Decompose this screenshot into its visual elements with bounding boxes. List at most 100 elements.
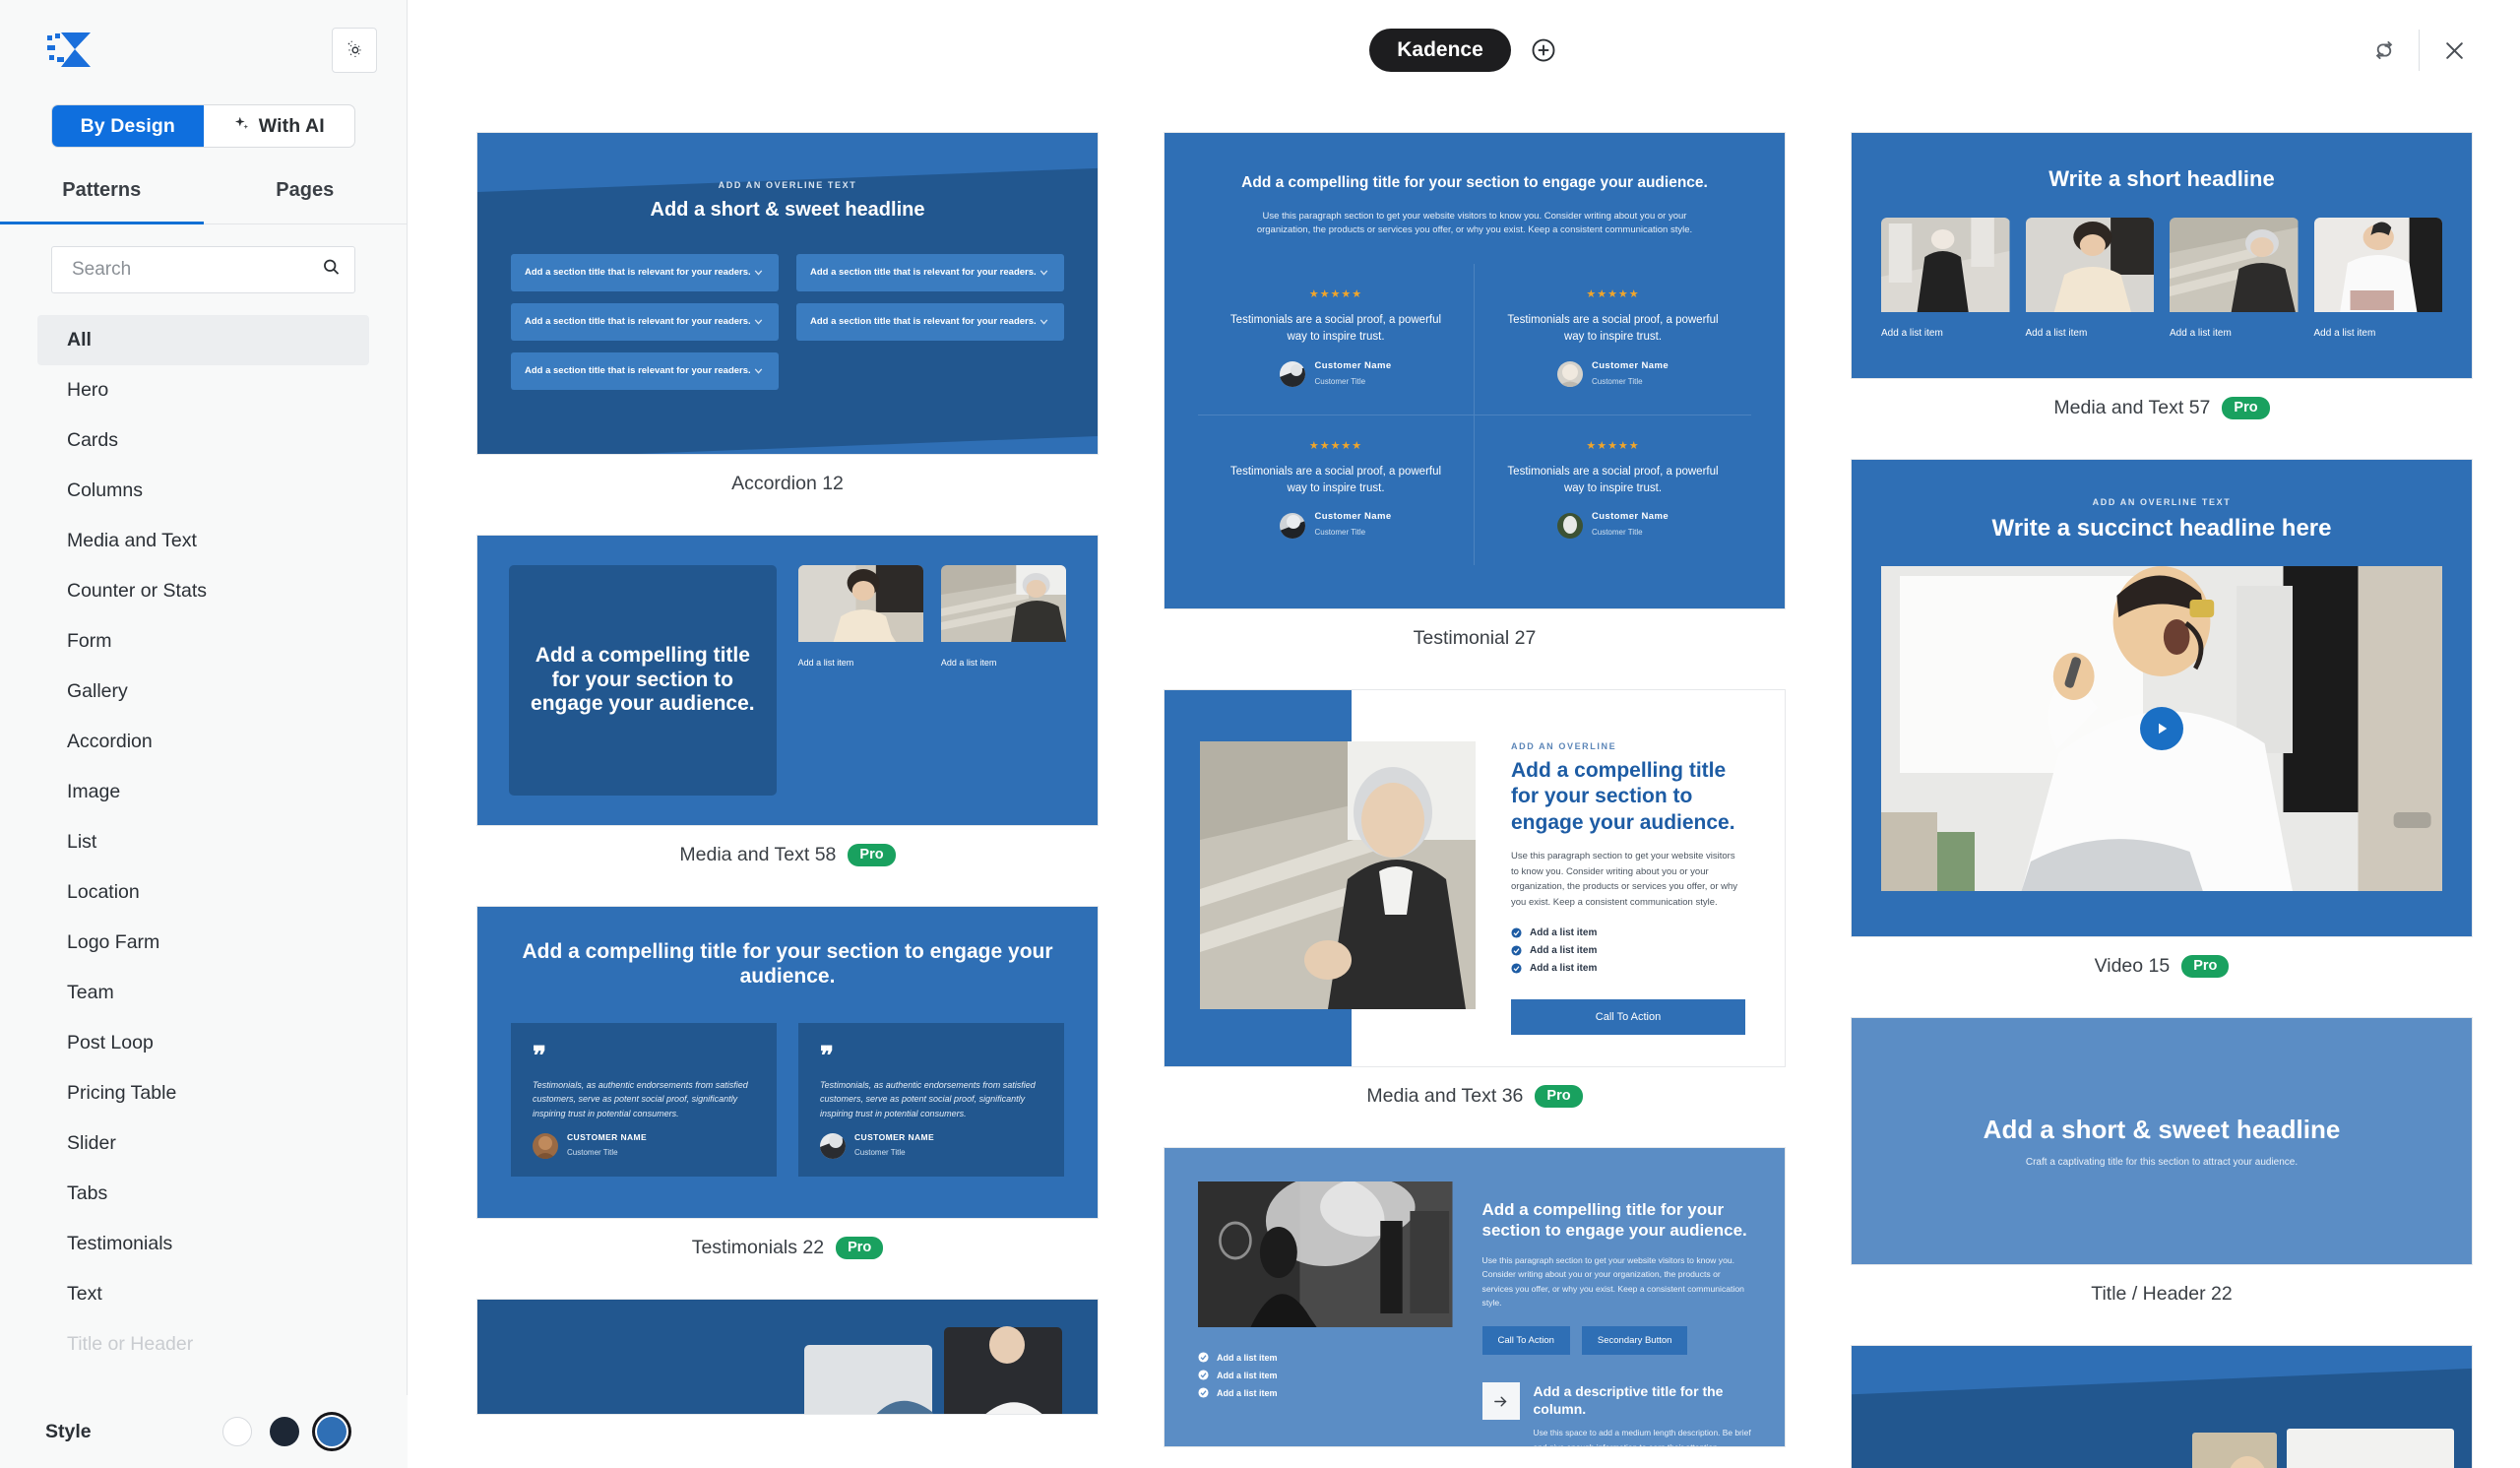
sidebar-item-logo-farm[interactable]: Logo Farm (37, 918, 369, 968)
pattern-column-3: Write a short headline Add a list item A… (1851, 132, 2473, 1468)
play-icon[interactable] (2140, 707, 2183, 751)
list-item: Add a list item (1511, 945, 1745, 956)
mode-segmented-control: By Design With AI (0, 104, 407, 148)
pattern-name: Accordion 12 (731, 473, 844, 494)
avatar (533, 1132, 558, 1159)
pattern-card-testimonial-27[interactable]: Add a compelling title for your section … (1164, 132, 1786, 675)
sidebar-item-list[interactable]: List (37, 817, 369, 867)
category-label: Gallery (67, 680, 128, 702)
accordion-row[interactable]: Add a section title that is relevant for… (796, 302, 1064, 341)
cta-button[interactable]: Call To Action (1511, 998, 1745, 1035)
sidebar-item-accordion[interactable]: Accordion (37, 717, 369, 767)
style-swatch-light[interactable] (222, 1417, 252, 1446)
project-pill[interactable]: Kadence (1369, 29, 1511, 72)
list-item-label: Add a list item (1217, 1387, 1278, 1398)
accordion-row[interactable]: Add a section title that is relevant for… (511, 302, 779, 341)
subtext: Craft a captivating title for this secti… (2025, 1157, 2299, 1169)
style-swatch-blue[interactable] (317, 1417, 346, 1446)
pattern-card-media-and-text-57[interactable]: Write a short headline Add a list item A… (1851, 132, 2473, 445)
sub-headline: Add a descriptive title for the column. (1533, 1383, 1724, 1418)
sidebar-item-title-or-header[interactable]: Title or Header (37, 1319, 369, 1370)
pattern-card-media-and-text-36[interactable]: ADD AN OVERLINE Add a compelling title f… (1164, 689, 1786, 1133)
secondary-button[interactable]: Secondary Button (1581, 1326, 1688, 1356)
media-item: Add a list item (1881, 217, 2010, 339)
tab-patterns-label: Patterns (62, 179, 142, 201)
category-label: Cards (67, 429, 119, 451)
headline: Add a short & sweet headline (1983, 1115, 2341, 1145)
settings-button[interactable] (332, 28, 377, 73)
check-circle-icon (1198, 1370, 1209, 1380)
sidebar-item-image[interactable]: Image (37, 767, 369, 817)
category-label: Media and Text (67, 530, 197, 551)
sidebar-item-slider[interactable]: Slider (37, 1118, 369, 1169)
pattern-card-partial-columns[interactable]: Add a list item Add a list item Add a li… (1164, 1147, 1786, 1448)
pattern-name: Video 15 (2094, 955, 2171, 978)
video-thumbnail[interactable] (1881, 566, 2442, 892)
pattern-column-2: Add a compelling title for your section … (1164, 132, 1786, 1461)
category-label: Counter or Stats (67, 580, 207, 602)
photo (2313, 217, 2442, 317)
media-caption: Add a list item (2025, 327, 2088, 339)
sidebar-item-cards[interactable]: Cards (37, 415, 369, 466)
list-item-label: Add a list item (1530, 962, 1598, 974)
sidebar-item-location[interactable]: Location (37, 867, 369, 918)
pattern-caption: Testimonial 27 (1164, 609, 1786, 675)
sidebar-item-post-loop[interactable]: Post Loop (37, 1018, 369, 1068)
list-item: Add a list item (1198, 1387, 1453, 1398)
style-swatch-dark[interactable] (270, 1417, 299, 1446)
headline: Add a compelling title for your section … (1241, 174, 1708, 191)
sidebar-item-columns[interactable]: Columns (37, 466, 369, 516)
sidebar-item-pricing-table[interactable]: Pricing Table (37, 1068, 369, 1118)
sidebar-item-media-and-text[interactable]: Media and Text (37, 516, 369, 566)
search-icon[interactable] (321, 257, 342, 283)
pattern-card-media-and-text-58[interactable]: Add a compelling title for your section … (476, 535, 1099, 892)
category-label: Post Loop (67, 1032, 154, 1053)
sidebar-item-all[interactable]: All (37, 315, 369, 365)
arrow-right-icon (1481, 1382, 1520, 1421)
plus-circle-icon[interactable] (1529, 35, 1558, 65)
pattern-card-accordion-12[interactable]: ADD AN OVERLINE TEXT Add a short & sweet… (476, 132, 1099, 521)
accordion-row[interactable]: Add a section title that is relevant for… (511, 351, 779, 390)
sidebar-item-counter-or-stats[interactable]: Counter or Stats (37, 566, 369, 616)
pattern-preview (1851, 1345, 2473, 1468)
sidebar-item-form[interactable]: Form (37, 616, 369, 667)
pattern-card-title-header-22[interactable]: Add a short & sweet headline Craft a cap… (1851, 1017, 2473, 1331)
category-label: Title or Header (67, 1333, 194, 1355)
sidebar-item-team[interactable]: Team (37, 968, 369, 1018)
accordion-row-label: Add a section title that is relevant for… (525, 365, 751, 377)
pattern-card-testimonials-22[interactable]: Add a compelling title for your section … (476, 906, 1099, 1285)
tab-pages[interactable]: Pages (204, 179, 408, 223)
category-label: All (67, 329, 92, 351)
pattern-preview: ADD AN OVERLINE Add a compelling title f… (1164, 689, 1786, 1068)
accordion-row-label: Add a section title that is relevant for… (810, 267, 1037, 279)
mode-by-design-button[interactable]: By Design (52, 105, 204, 147)
category-list: All Hero Cards Columns Media and Text Co… (0, 315, 407, 1468)
pattern-name: Testimonials 22 (691, 1237, 825, 1258)
mode-with-ai-button[interactable]: With AI (204, 105, 355, 147)
pattern-caption: Title / Header 22 (1851, 1265, 2473, 1331)
sidebar-item-tabs[interactable]: Tabs (37, 1169, 369, 1219)
search-input[interactable] (72, 259, 313, 281)
check-circle-icon (1198, 1352, 1209, 1363)
category-label: Columns (67, 479, 143, 501)
media-caption: Add a list item (2313, 327, 2376, 339)
cta-button[interactable]: Call To Action (1481, 1326, 1570, 1356)
sidebar-item-hero[interactable]: Hero (37, 365, 369, 415)
category-label: Pricing Table (67, 1082, 177, 1104)
category-label: Testimonials (67, 1233, 173, 1254)
accordion-row[interactable]: Add a section title that is relevant for… (511, 253, 779, 291)
pattern-card-partial-bottom-right[interactable] (1851, 1345, 2473, 1468)
customer-name: CUSTOMER NAME (567, 1131, 648, 1142)
photo-caption: Add a list item (797, 658, 854, 668)
sidebar-item-testimonials[interactable]: Testimonials (37, 1219, 369, 1269)
pattern-card-video-15[interactable]: ADD AN OVERLINE TEXT Write a succinct he… (1851, 458, 2473, 1003)
tab-patterns[interactable]: Patterns (0, 179, 204, 224)
pattern-card-partial-bottom-left[interactable] (476, 1299, 1099, 1415)
accordion-row[interactable]: Add a section title that is relevant for… (796, 253, 1064, 291)
sidebar-item-text[interactable]: Text (37, 1269, 369, 1319)
sidebar-item-gallery[interactable]: Gallery (37, 667, 369, 717)
headline: Add a compelling title for your section … (1511, 759, 1735, 834)
overline-text: ADD AN OVERLINE TEXT (2092, 496, 2232, 507)
customer-title: Customer Title (567, 1147, 618, 1157)
accordion-row-label: Add a section title that is relevant for… (525, 316, 751, 328)
